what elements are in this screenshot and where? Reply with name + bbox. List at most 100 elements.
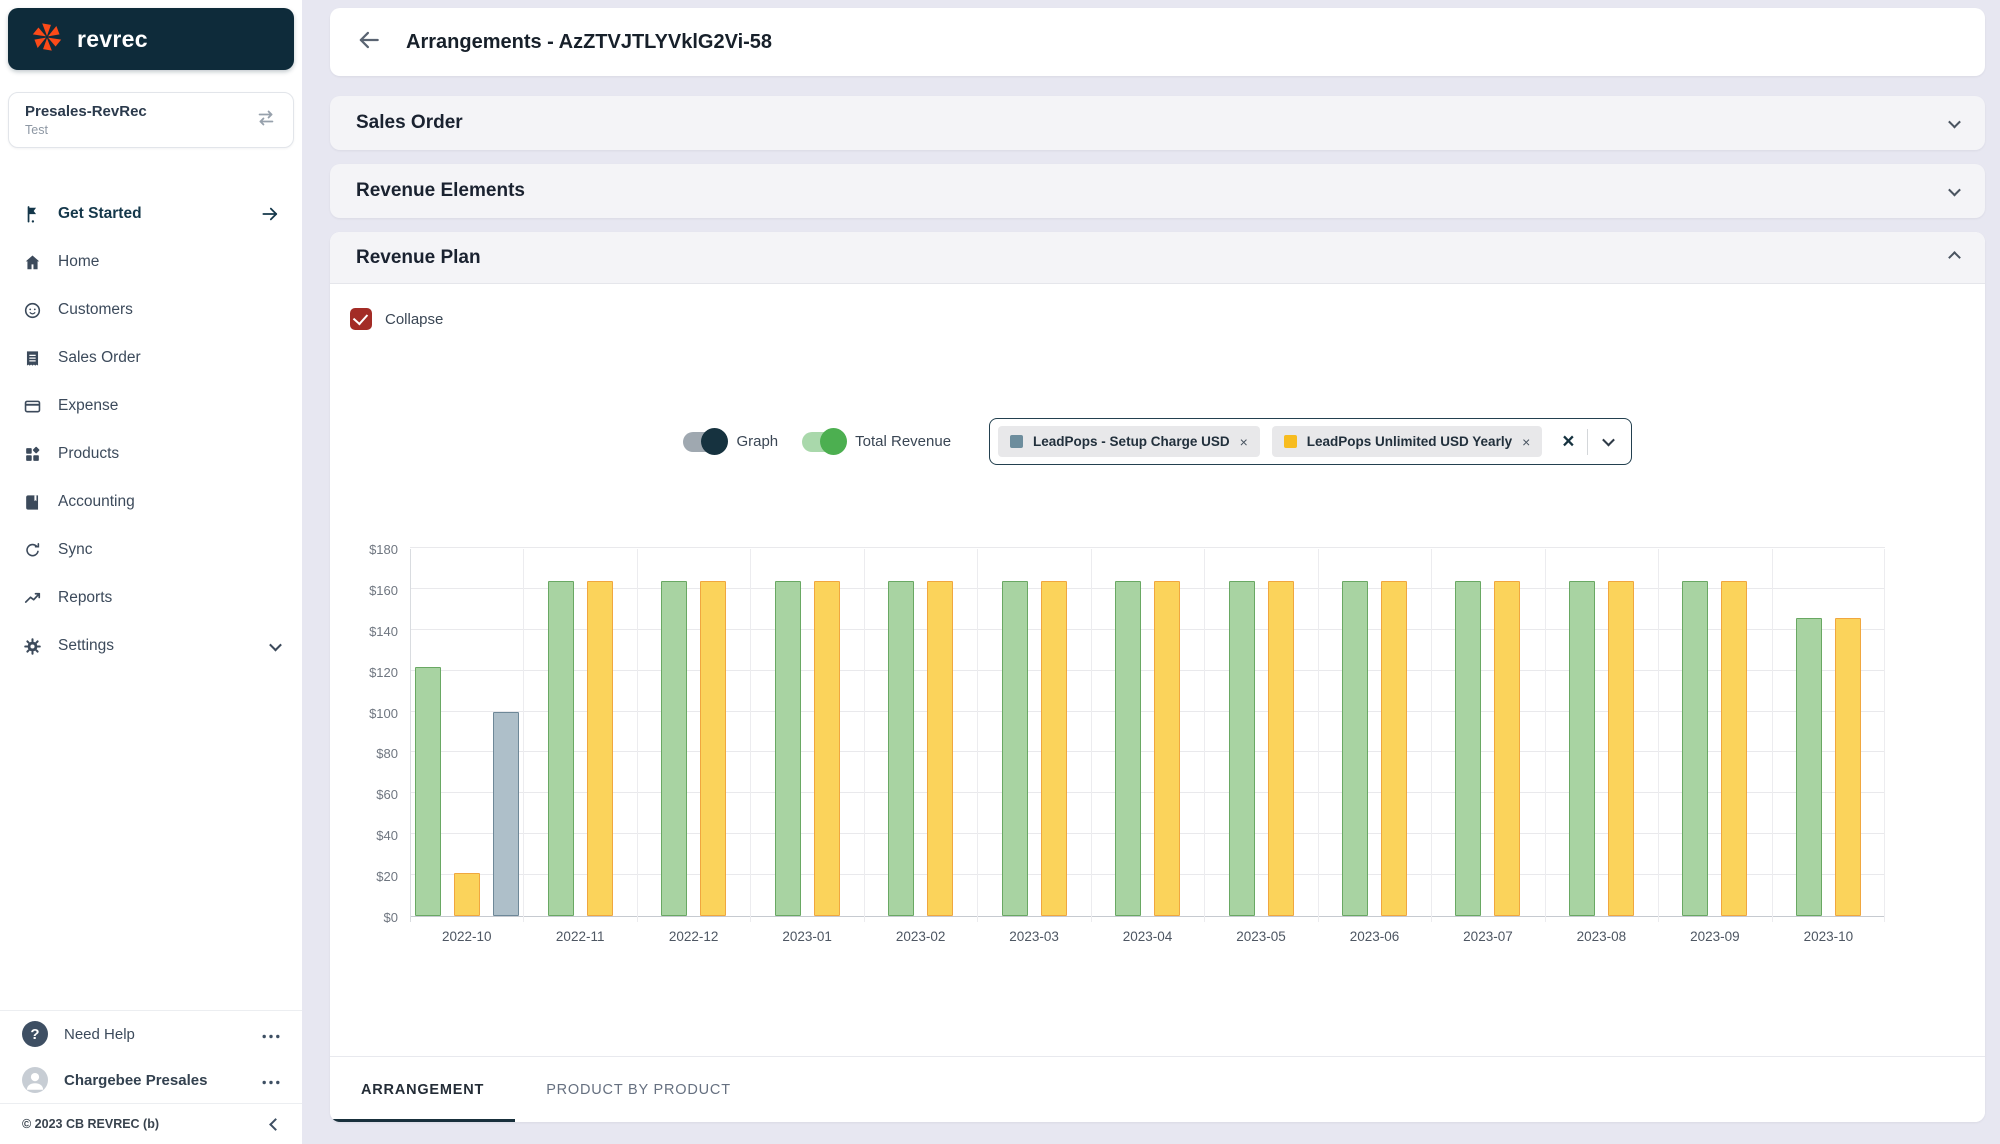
bar-total-revenue (1341, 580, 1368, 916)
sidebar-item-home[interactable]: Home (10, 238, 292, 286)
total-revenue-toggle-group: Total Revenue (802, 428, 952, 455)
bar-group (1091, 549, 1204, 916)
sidebar-item-settings[interactable]: Settings (10, 622, 292, 670)
section-title: Sales Order (356, 112, 463, 133)
x-axis-tick-label: 2023-04 (1122, 929, 1173, 944)
bar-leadpops-unlimited-usd-yearly (1721, 580, 1748, 916)
graph-toggle-label: Graph (736, 433, 779, 450)
arrow-right-icon (260, 204, 280, 224)
y-axis-tick-label: $0 (383, 910, 398, 925)
y-axis-tick-label: $60 (376, 787, 398, 803)
gridline-horizontal (410, 547, 1885, 548)
sidebar-nav: Get Started Home Customers Sales Order E… (0, 190, 302, 670)
bar-total-revenue (1455, 580, 1482, 916)
bar-group (977, 549, 1090, 916)
sidebar-item-customers[interactable]: Customers (10, 286, 292, 334)
revenue-plan-header[interactable]: Revenue Plan (330, 232, 1985, 284)
product-filter-select[interactable]: LeadPops - Setup Charge USD × LeadPops U… (989, 418, 1632, 465)
collapse-control: Collapse (350, 308, 1985, 330)
user-row[interactable]: Chargebee Presales (0, 1057, 302, 1103)
sidebar-item-accounting[interactable]: Accounting (10, 478, 292, 526)
bar-leadpops-unlimited-usd-yearly (700, 580, 727, 916)
bar-leadpops-unlimited-usd-yearly (1380, 580, 1407, 916)
ledger-book-icon (22, 492, 42, 512)
bar-group (1318, 549, 1431, 916)
select-chevron-down-icon[interactable] (1600, 433, 1617, 451)
x-axis-tick-label: 2023-08 (1576, 929, 1627, 944)
y-axis-tick-label: $100 (369, 705, 398, 721)
bar-leadpops-unlimited-usd-yearly (1040, 580, 1067, 916)
sidebar-item-products[interactable]: Products (10, 430, 292, 478)
back-arrow-icon[interactable] (356, 27, 382, 58)
bar-group (1658, 549, 1771, 916)
bottom-tabs: ARRANGEMENT PRODUCT BY PRODUCT (330, 1056, 1985, 1122)
logo-card[interactable]: revrec (8, 8, 294, 70)
x-axis-tick-label: 2023-10 (1803, 929, 1854, 944)
bar-leadpops-unlimited-usd-yearly (1267, 580, 1294, 916)
bar-total-revenue (1001, 580, 1028, 916)
collapse-sidebar-icon[interactable] (269, 1117, 282, 1131)
need-help-row[interactable]: ? Need Help (0, 1011, 302, 1057)
gear-icon (22, 636, 42, 656)
bar-total-revenue (414, 666, 441, 916)
chart-controls: Graph Total Revenue LeadPops - Setup Cha… (330, 418, 1985, 465)
bar-total-revenue (547, 580, 574, 916)
bar-group (1545, 549, 1658, 916)
x-axis-tick-label: 2023-02 (895, 929, 946, 944)
section-title: Revenue Plan (356, 246, 481, 268)
bar-leadpops-unlimited-usd-yearly (1494, 580, 1521, 916)
x-axis-tick-label: 2022-11 (555, 929, 605, 944)
sidebar-item-sales-order[interactable]: Sales Order (10, 334, 292, 382)
x-axis-tick-label: 2023-06 (1349, 929, 1400, 944)
sidebar-item-get-started[interactable]: Get Started (10, 190, 292, 238)
y-axis-tick-label: $140 (369, 623, 398, 639)
sidebar-item-label: Home (58, 253, 100, 270)
y-axis-tick-label: $20 (376, 869, 398, 885)
workspace-switcher[interactable]: Presales-RevRec Test (8, 92, 294, 148)
logo-text: revrec (77, 25, 148, 52)
swap-arrows-icon[interactable] (255, 107, 277, 134)
sidebar-item-sync[interactable]: Sync (10, 526, 292, 574)
sidebar-item-label: Products (58, 445, 120, 462)
help-icon: ? (22, 1021, 48, 1047)
clear-all-icon[interactable]: × (1562, 431, 1574, 452)
bar-leadpops-unlimited-usd-yearly (927, 580, 954, 916)
main-content: Arrangements - AzZTVJTLYVklG2Vi-58 Sales… (330, 0, 1985, 1144)
tab-arrangement[interactable]: ARRANGEMENT (330, 1057, 516, 1122)
sidebar-item-expense[interactable]: Expense (10, 382, 292, 430)
collapse-label: Collapse (385, 310, 444, 328)
y-axis-tick-label: $120 (369, 664, 398, 680)
tab-product-by-product[interactable]: PRODUCT BY PRODUCT (515, 1057, 762, 1122)
flag-icon (22, 204, 42, 224)
y-axis-tick-label: $40 (376, 828, 398, 844)
overflow-menu-icon[interactable] (262, 1026, 280, 1043)
chip-remove-icon[interactable]: × (1240, 435, 1248, 449)
bar-group (864, 549, 977, 916)
total-revenue-toggle[interactable] (802, 428, 848, 455)
chip-label: LeadPops Unlimited USD Yearly (1306, 434, 1513, 449)
collapse-checkbox[interactable] (350, 308, 372, 330)
sidebar-item-reports[interactable]: Reports (10, 574, 292, 622)
credit-card-icon (22, 396, 42, 416)
chip-label: LeadPops - Setup Charge USD (1033, 434, 1230, 449)
x-axis-tick-label: 2023-09 (1690, 929, 1740, 944)
sidebar-item-label: Customers (58, 301, 133, 318)
revenue-plan-body: Collapse Graph Total Revenue LeadPops - … (330, 284, 1985, 1122)
section-revenue-plan: Revenue Plan Collapse Graph Total Revenu… (330, 232, 1985, 1122)
sidebar: revrec Presales-RevRec Test Get Started (0, 0, 302, 1144)
workspace-env: Test (25, 123, 48, 137)
need-help-label: Need Help (64, 1025, 135, 1043)
bar-total-revenue (1795, 617, 1822, 916)
section-sales-order[interactable]: Sales Order (330, 96, 1985, 150)
chart-plot (410, 547, 1885, 922)
total-revenue-toggle-label: Total Revenue (855, 433, 952, 450)
workspace-name: Presales-RevRec (25, 103, 147, 120)
graph-toggle[interactable] (683, 428, 729, 455)
bar-leadpops-unlimited-usd-yearly (586, 580, 613, 916)
chip-remove-icon[interactable]: × (1522, 435, 1530, 449)
overflow-menu-icon[interactable] (262, 1072, 280, 1089)
filter-chip: LeadPops - Setup Charge USD × (998, 426, 1260, 457)
section-revenue-elements[interactable]: Revenue Elements (330, 164, 1985, 218)
chart-xlabels: 2022-10 2022-11 2022-12 2023-01 2023-02 2023-… (410, 917, 1885, 951)
bar-group (410, 549, 523, 916)
